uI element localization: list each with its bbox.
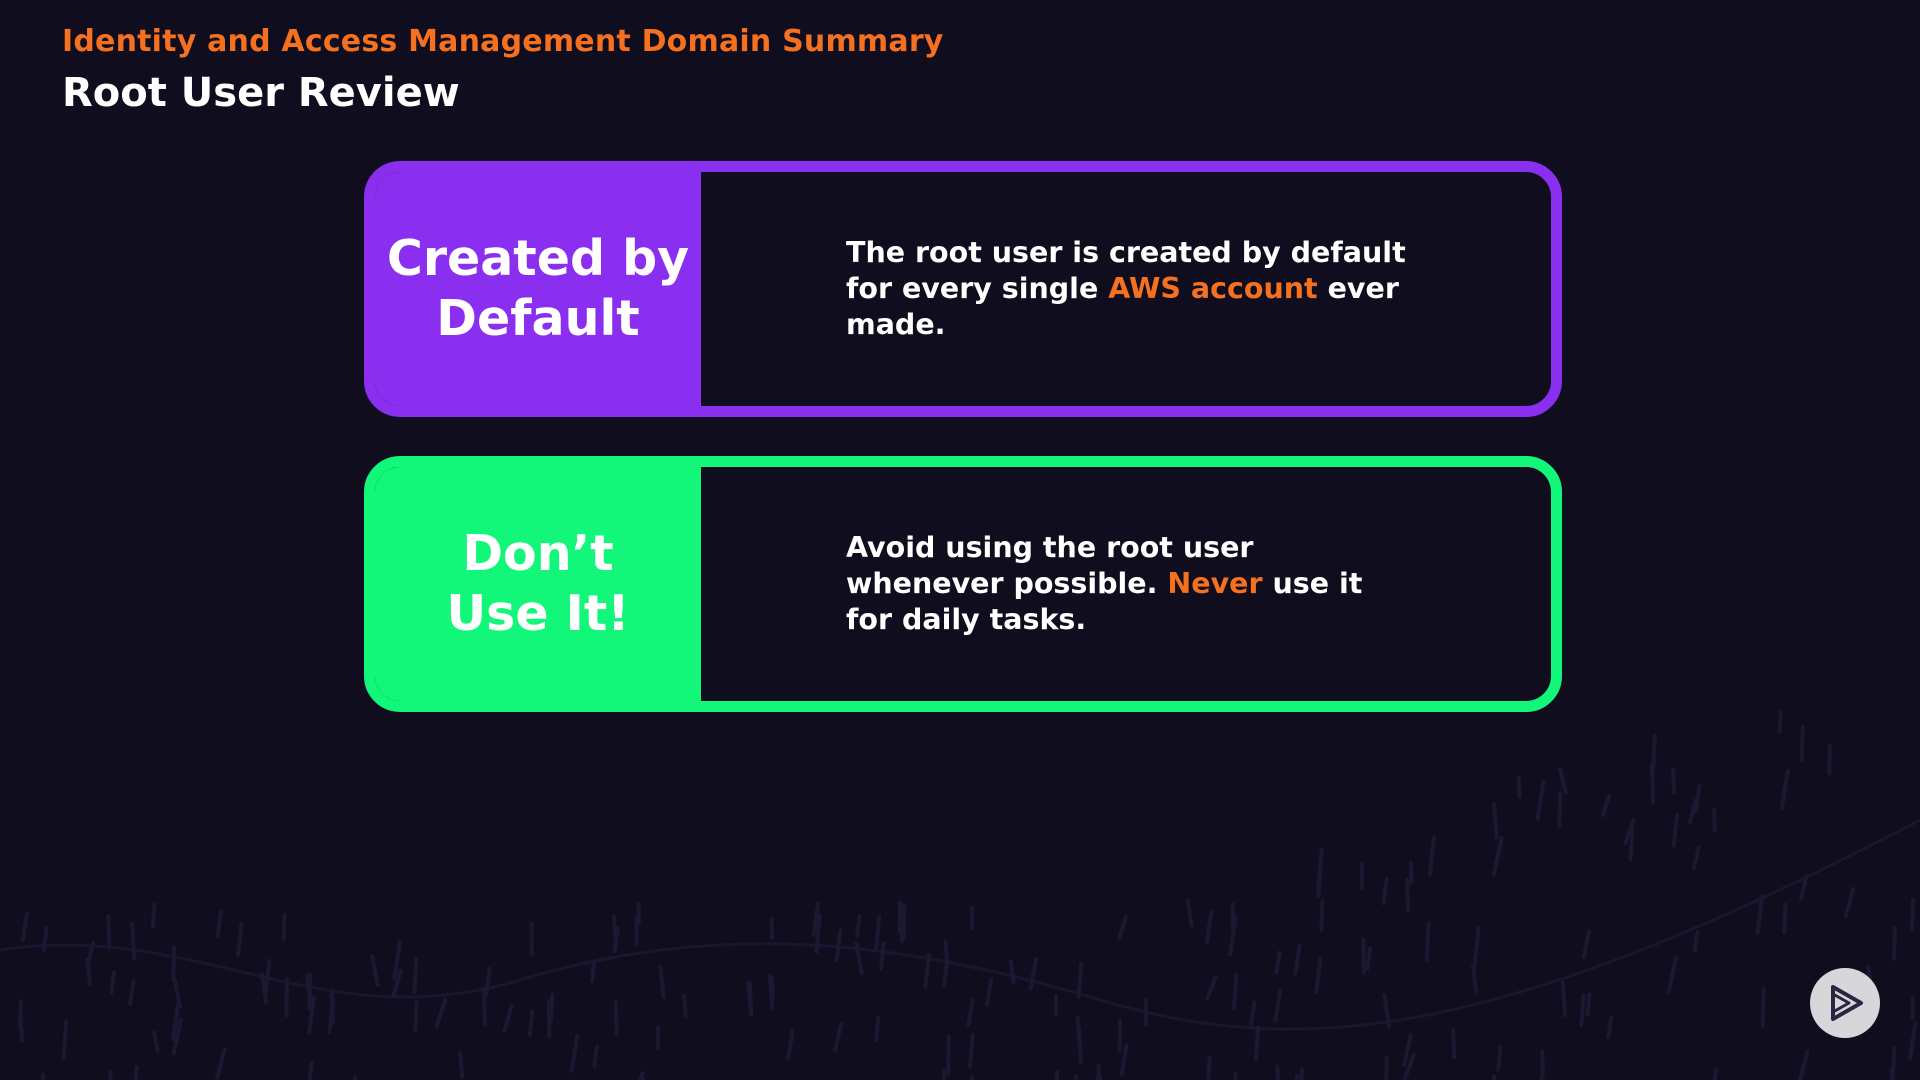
card-dont-use-it: Don’t Use It! Avoid using the root user … <box>364 456 1562 712</box>
page-title: Root User Review <box>62 70 460 116</box>
card-description: Avoid using the root user whenever possi… <box>701 467 1551 701</box>
description-highlight: Never <box>1167 567 1263 600</box>
card-label: Created by Default <box>375 172 701 406</box>
card-created-by-default: Created by Default The root user is crea… <box>364 161 1562 417</box>
play-button[interactable] <box>1810 968 1880 1038</box>
card-description: The root user is created by default for … <box>701 172 1551 406</box>
section-subtitle: Identity and Access Management Domain Su… <box>62 24 944 59</box>
description-highlight: AWS account <box>1108 272 1318 305</box>
play-triangle-icon <box>1831 985 1863 1021</box>
card-label: Don’t Use It! <box>375 467 701 701</box>
